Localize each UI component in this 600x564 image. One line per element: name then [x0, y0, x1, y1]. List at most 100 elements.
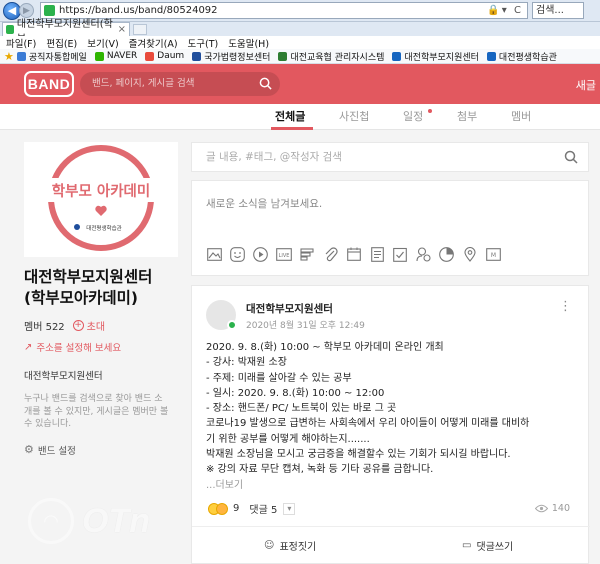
comment-button[interactable]: ▭ 댓글쓰기 [462, 538, 513, 553]
band-logo[interactable]: BAND [24, 71, 74, 97]
post-search-placeholder: 글 내용, #태그, @작성자 검색 [206, 151, 342, 163]
post-body-line: ※ 강의 자료 무단 캡쳐, 녹화 등 기타 공유를 금합니다. [206, 464, 434, 476]
location-icon[interactable] [462, 246, 478, 262]
favorite-link[interactable]: 공직자통합메일 [16, 50, 87, 63]
favorite-link[interactable]: 대전학부모지원센터 [392, 50, 479, 63]
menu-view[interactable]: 보기(V) [87, 36, 118, 50]
band-settings-link[interactable]: ⚙ 밴드 설정 [24, 443, 178, 457]
search-icon[interactable] [259, 77, 272, 90]
image-icon[interactable] [206, 246, 222, 262]
info-icon [486, 51, 496, 61]
band-tabs: 전체글 사진첩 일정 첨부 멤버 [0, 104, 600, 130]
post-actions: ☺ 표정짓기 ▭ 댓글쓰기 [192, 526, 590, 564]
view-count: 140 [534, 503, 570, 514]
react-label: 표정짓기 [279, 542, 317, 553]
live-icon[interactable]: LIVE [276, 246, 292, 262]
view-count-value: 140 [551, 503, 570, 514]
post-body-line: - 강사: 박재원 소장 [206, 357, 287, 369]
tab-all-posts[interactable]: 전체글 [275, 108, 305, 124]
band-name-line2: (학부모아카데미) [24, 289, 138, 307]
favorite-link[interactable]: 대전평생학습관 [486, 50, 557, 63]
band-cover-image[interactable]: 학부모 아카데미 대전평생학습관 [24, 142, 178, 257]
emoji-icon[interactable] [229, 246, 245, 262]
read-more-link[interactable]: ...더보기 [206, 478, 584, 493]
tab-members[interactable]: 멤버 [511, 108, 531, 124]
browser-tab[interactable]: 대전학부모지원센터(학부... × [2, 19, 130, 45]
love-emoji-icon[interactable] [216, 502, 228, 515]
post-author[interactable]: 대전학부모지원센터 [246, 301, 333, 316]
menu-help[interactable]: 도움말(H) [228, 36, 269, 50]
mail-icon[interactable]: M [486, 246, 502, 262]
react-button[interactable]: ☺ 표정짓기 [264, 538, 316, 553]
band-header: BAND 밴드, 페이지, 게시글 검색 새글 [0, 64, 600, 104]
invite-button[interactable]: + 초대 [72, 318, 105, 333]
favorite-link[interactable]: NAVER [94, 51, 137, 61]
active-tab-indicator [271, 127, 313, 130]
favorite-link[interactable]: Daum [145, 51, 184, 61]
tab-photos[interactable]: 사진첩 [339, 108, 369, 124]
post-search-input[interactable]: 글 내용, #태그, @작성자 검색 [191, 142, 589, 172]
post-body-line: 코로나19 발생으로 급변하는 사회속에서 우리 아이들이 어떻게 미래를 대비… [206, 418, 530, 430]
composer-toolbar: LIVE M [206, 246, 509, 262]
post-composer[interactable]: 새로운 소식을 남겨보세요. LIVE M [191, 180, 589, 276]
browser-menu-bar: 파일(F) 편집(E) 보기(V) 즐겨찾기(A) 도구(T) 도움말(H) [0, 36, 600, 50]
url-text: https://band.us/band/80524092 [59, 5, 218, 16]
new-dot-badge [428, 109, 432, 113]
browser-search-input[interactable]: 검색... [532, 2, 584, 19]
favorite-link[interactable]: 대전교육협 관리자시스템 [278, 50, 384, 63]
checklist-icon[interactable] [369, 246, 385, 262]
info-icon [392, 51, 402, 61]
cover-title: 학부모 아카데미 [52, 183, 150, 200]
tab-schedule[interactable]: 일정 [403, 108, 423, 124]
reaction-count[interactable]: 9 [233, 503, 239, 514]
favorites-bar: ★ 공직자통합메일 NAVER Daum 국가법령정보센터 대전교육협 관리자시… [0, 49, 600, 64]
plus-circle-icon: + [72, 320, 84, 331]
search-icon[interactable] [564, 150, 578, 164]
post-body-line: - 주제: 미래를 살아갈 수 있는 공부 [206, 372, 352, 384]
post-card: 대전학부모지원센터 2020년 8월 31일 오후 12:49 ⋮ 2020. … [191, 285, 590, 564]
new-tab-button[interactable] [133, 24, 147, 35]
menu-file[interactable]: 파일(F) [6, 36, 36, 50]
band-search-input[interactable]: 밴드, 페이지, 게시글 검색 [80, 72, 280, 96]
calendar-icon[interactable] [346, 246, 362, 262]
members-row: 멤버 522 + 초대 [24, 318, 178, 333]
cover-logo: 학부모 아카데미 대전평생학습관 [30, 145, 172, 251]
watermark: ◠ OTn [28, 498, 150, 544]
reactions-row: 9 댓글 5 ▾ [208, 501, 296, 516]
system-icon [278, 51, 288, 61]
gear-icon: ⚙ [24, 443, 34, 456]
chevron-down-icon[interactable]: ▾ [283, 502, 296, 515]
set-address-link[interactable]: ↗ 주소를 설정해 보세요 [24, 340, 178, 355]
refresh-icon[interactable]: 🔒▾ C [487, 5, 527, 16]
band-name: 대전학부모지원센터 (학부모아카데미) [24, 267, 178, 309]
favorite-link[interactable]: 국가법령정보센터 [192, 50, 270, 63]
close-icon[interactable]: × [118, 24, 126, 35]
band-description: 누구나 밴드를 검색으로 찾아 밴드 소 개를 볼 수 있지만, 게시글은 멤버… [24, 394, 169, 429]
quiz-icon[interactable] [439, 246, 455, 262]
post-body-line: 박재원 소장님을 모시고 궁금증을 해결할수 있는 기회가 되시길 바랍니다. [206, 449, 511, 461]
menu-tools[interactable]: 도구(T) [188, 36, 219, 50]
money-icon[interactable] [416, 246, 432, 262]
menu-favorites[interactable]: 즐겨찾기(A) [129, 36, 178, 50]
comment-count[interactable]: 댓글 5 [249, 501, 277, 516]
law-icon [192, 51, 202, 61]
composer-placeholder: 새로운 소식을 남겨보세요. [206, 198, 323, 210]
svg-text:M: M [491, 252, 496, 259]
attach-icon[interactable] [322, 246, 338, 262]
member-count[interactable]: 멤버 522 [24, 318, 65, 333]
tab-attachments[interactable]: 첨부 [457, 108, 477, 124]
todo-icon[interactable] [392, 246, 408, 262]
video-icon[interactable] [253, 246, 269, 262]
band-search-placeholder: 밴드, 페이지, 게시글 검색 [92, 78, 195, 89]
new-posts-link[interactable]: 새글 [576, 77, 596, 93]
cover-subtitle: 대전평생학습관 [86, 224, 121, 232]
post-body-line: - 장소: 핸드폰/ PC/ 노트북이 있는 바로 그 곳 [206, 403, 397, 415]
poll-icon[interactable] [299, 246, 315, 262]
band-name-line1: 대전학부모지원센터 [24, 268, 153, 286]
mail-icon [16, 51, 26, 61]
favorites-star-icon[interactable]: ★ [4, 50, 14, 63]
more-options-icon[interactable]: ⋮ [559, 300, 572, 313]
comment-icon: ▭ [462, 540, 472, 551]
post-body[interactable]: 2020. 9. 8.(화) 10:00 ~ 학부모 아카데미 온라인 개최 -… [206, 340, 584, 493]
menu-edit[interactable]: 편집(E) [46, 36, 77, 50]
